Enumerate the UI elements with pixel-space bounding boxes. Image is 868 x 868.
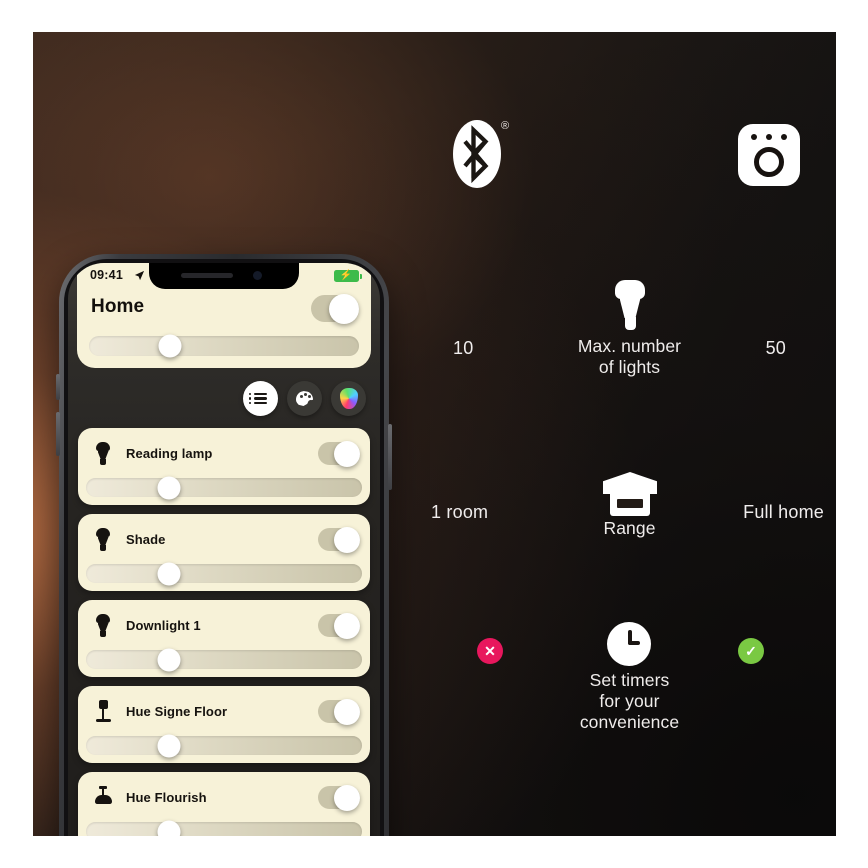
light-name: Hue Signe Floor [126,704,228,719]
light-card[interactable]: Hue Signe Floor [78,686,370,763]
row-right-value: 50 [765,338,786,358]
toggle-knob [334,784,360,811]
spot-bulb-icon [92,614,114,638]
location-arrow-icon [134,270,145,281]
light-name: Reading lamp [126,446,213,461]
page-title: Home [91,296,145,317]
toggle-knob [334,698,360,725]
charging-bolt-icon: ⚡ [339,270,352,281]
light-card[interactable]: Shade [78,514,370,591]
earpiece-speaker [181,273,233,278]
light-brightness-slider[interactable] [86,734,362,757]
row-label-line3: convenience [579,712,680,732]
slider-knob[interactable] [157,648,181,671]
row-label-line2: of lights [598,357,661,377]
row-right-value: Full home [743,502,824,522]
bridge-dot [781,134,787,140]
light-brightness-slider[interactable] [86,648,362,671]
slider-knob[interactable] [158,334,182,358]
home-brightness-slider[interactable] [89,334,359,358]
light-toggle[interactable] [318,612,360,639]
pendant-lamp-icon [92,786,114,810]
slider-knob[interactable] [157,476,181,499]
row-left-value: 1 room [431,502,489,522]
light-brightness-slider[interactable] [86,820,362,836]
palette-icon [296,391,313,406]
phone-mockup: 09:41 ⚡ Home Reading lamp Shade Downligh… [56,254,392,836]
light-name: Downlight 1 [126,618,201,633]
front-camera [253,271,262,280]
toggle-knob [334,526,360,553]
bluetooth-rune-icon [463,125,489,184]
power-button[interactable] [388,424,392,490]
scene: ® Max. number of lights 10 50 Range 1 ro… [33,32,836,836]
view-tab-bar [243,381,366,416]
light-toggle[interactable] [318,784,360,811]
light-card[interactable]: Reading lamp [78,428,370,505]
light-name: Hue Flourish [126,790,207,805]
slider-knob[interactable] [157,820,181,836]
slider-knob[interactable] [157,562,181,585]
registered-trademark: ® [501,120,510,132]
comparison-row-range: Range 1 room Full home [423,472,836,562]
light-name: Shade [126,532,166,547]
light-toggle[interactable] [318,698,360,725]
row-label-line1: Set timers [589,670,670,690]
row-left-value: 10 [453,338,474,358]
check-badge-icon: ✓ [738,638,764,664]
bluetooth-icon: ® [445,118,519,196]
slider-knob[interactable] [157,734,181,757]
home-master-toggle[interactable] [311,293,359,324]
phone-screen: 09:41 ⚡ Home Reading lamp Shade Downligh… [68,263,380,836]
phone-notch [149,263,299,289]
light-card[interactable]: Downlight 1 [78,600,370,677]
hue-bridge-icon [738,124,800,186]
toggle-knob [334,612,360,639]
light-card[interactable]: Hue Flourish [78,772,370,836]
floor-lamp-icon [92,700,114,724]
toggle-knob [329,293,359,324]
screenshot-stage: ® Max. number of lights 10 50 Range 1 ro… [0,0,868,868]
tab-list[interactable] [243,381,278,416]
tab-colors[interactable] [331,381,366,416]
spot-bulb-icon [92,528,114,552]
light-brightness-slider[interactable] [86,562,362,585]
house-icon [603,472,657,516]
light-brightness-slider[interactable] [86,476,362,499]
status-time: 09:41 [90,268,123,282]
cross-badge-icon: ✕ [477,638,503,664]
light-bulb-icon [613,280,647,332]
hue-color-drop-icon [339,388,358,409]
top-icon-row: ® [423,118,836,208]
comparison-row-max-lights: Max. number of lights 10 50 [423,280,836,380]
volume-up-button[interactable] [56,374,60,400]
bridge-dot [766,134,772,140]
clock-icon [607,622,651,666]
spot-bulb-icon [92,442,114,466]
row-label-line2: for your [599,691,660,711]
list-icon [249,390,267,407]
comparison-row-timers: Set timers for your convenience ✕ ✓ [423,622,836,752]
volume-down-button[interactable] [56,412,60,456]
tab-scenes[interactable] [287,381,322,416]
bridge-dot [751,134,757,140]
bridge-button-ring [754,147,784,177]
light-toggle[interactable] [318,440,360,467]
light-list[interactable]: Reading lamp Shade Downlight 1 Hue Signe Fl… [78,428,370,836]
toggle-knob [334,440,360,467]
light-toggle[interactable] [318,526,360,553]
